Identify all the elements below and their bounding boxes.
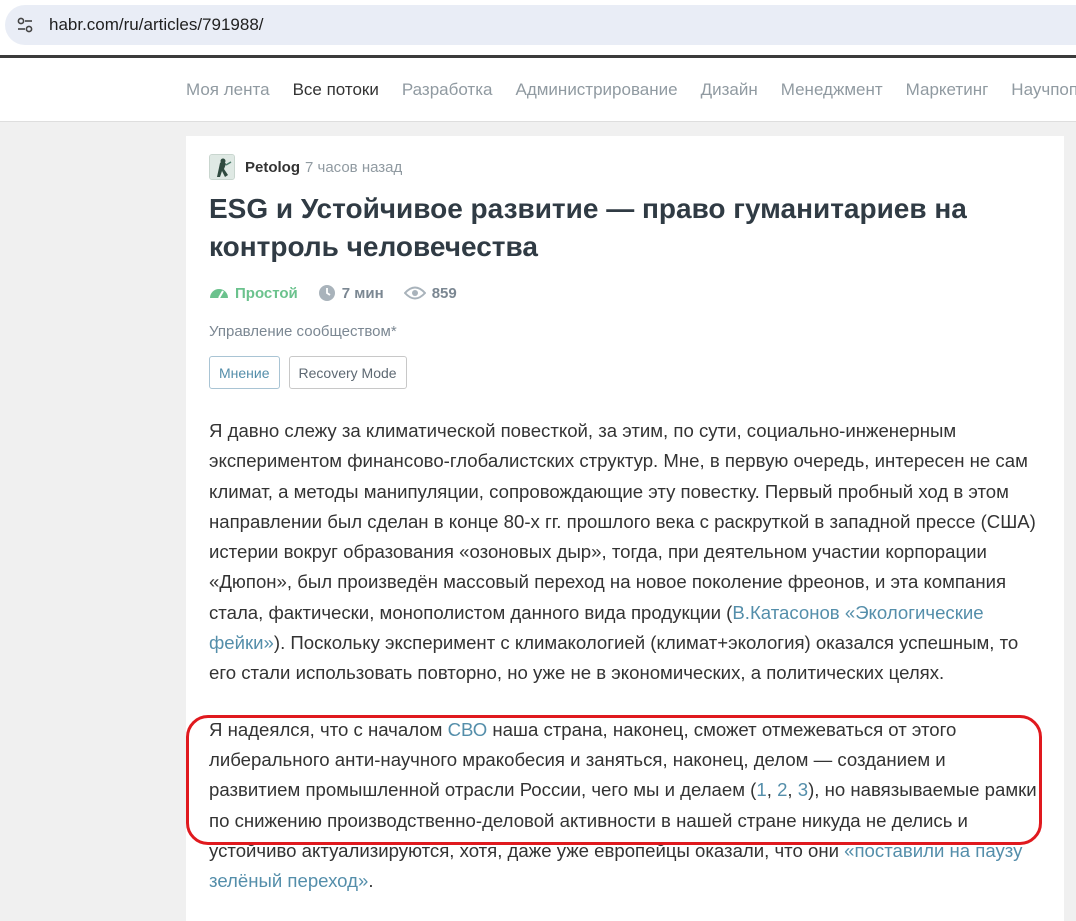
url-text[interactable]: habr.com/ru/articles/791988/: [49, 15, 264, 35]
views-count: 859: [403, 284, 457, 302]
clock-icon: [318, 284, 336, 302]
ref-link-2[interactable]: 2: [777, 779, 787, 800]
paragraph-text: .: [368, 870, 374, 892]
eye-icon: [403, 285, 426, 301]
author-row: Petolog 7 часов назад: [209, 154, 402, 180]
nav-item-administration[interactable]: Администрирование: [515, 80, 677, 100]
nav-item-design[interactable]: Дизайн: [701, 80, 758, 100]
site-settings-icon[interactable]: [5, 5, 45, 45]
ref-link-3[interactable]: 3: [798, 779, 808, 800]
paragraph-text: ,: [787, 779, 798, 801]
tag-recovery-mode[interactable]: Recovery Mode: [288, 356, 407, 389]
article-meta: Простой 7 мин 859: [209, 282, 477, 304]
author-username[interactable]: Petolog: [245, 159, 300, 176]
address-bar[interactable]: habr.com/ru/articles/791988/: [5, 5, 1076, 45]
article-card: Petolog 7 часов назад ESG и Устойчивое р…: [186, 136, 1064, 921]
nav-item-management[interactable]: Менеджмент: [781, 80, 883, 100]
complexity-icon: [209, 286, 229, 300]
hub-link[interactable]: Управление сообществом*: [209, 323, 397, 340]
nav-item-marketing[interactable]: Маркетинг: [906, 80, 989, 100]
paragraph-text: ). Поскольку эксперимент с климакологией…: [209, 632, 1019, 684]
paragraph-text: Я давно слежу за климатической повесткой…: [209, 420, 1036, 623]
paragraph-2: Я надеялся, что с началом СВО наша стран…: [209, 715, 1041, 897]
link-svo[interactable]: СВО: [448, 719, 488, 740]
paragraph-1: Я давно слежу за климатической повесткой…: [209, 416, 1041, 689]
nav-item-popsci[interactable]: Научпоп: [1011, 80, 1076, 100]
complexity-badge: Простой: [209, 285, 298, 302]
paragraph-text: Я надеялся, что с началом: [209, 718, 448, 740]
ref-link-1[interactable]: 1: [756, 779, 766, 800]
avatar[interactable]: [209, 154, 235, 180]
views-label: 859: [431, 284, 457, 302]
nav-item-my-feed[interactable]: Моя лента: [186, 80, 270, 100]
reading-time-label: 7 мин: [341, 284, 384, 302]
paragraph-text: ,: [766, 779, 778, 801]
publish-time: 7 часов назад: [305, 158, 403, 176]
reading-time: 7 мин: [318, 284, 384, 302]
article-tags: Мнение Recovery Mode: [209, 356, 416, 389]
browser-toolbar: habr.com/ru/articles/791988/: [0, 0, 1076, 55]
article-title: ESG и Устойчивое развитие — право гумани…: [209, 193, 967, 262]
nav-item-development[interactable]: Разработка: [402, 80, 493, 100]
complexity-label: Простой: [235, 284, 298, 302]
flows-nav: Моя лента Все потоки Разработка Админист…: [0, 58, 1076, 122]
nav-item-all-flows[interactable]: Все потоки: [293, 80, 379, 100]
article-body: Я давно слежу за климатической повесткой…: [209, 416, 1041, 921]
tag-opinion[interactable]: Мнение: [209, 356, 280, 389]
